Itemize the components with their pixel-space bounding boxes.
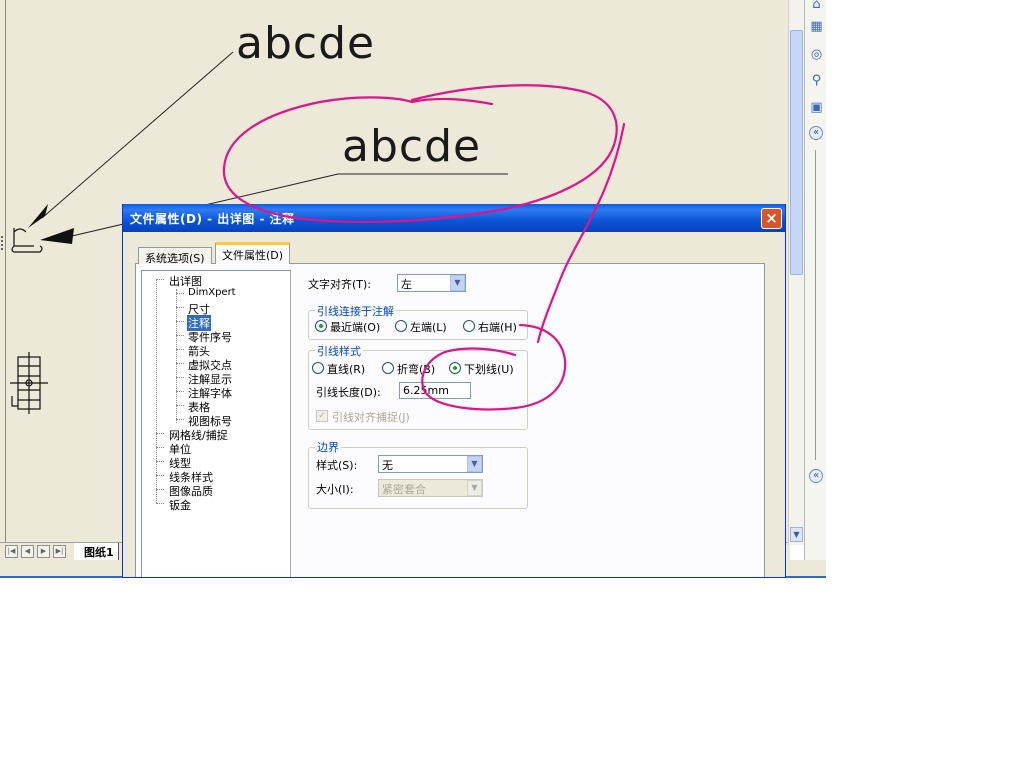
- collapse-icon[interactable]: «: [809, 126, 823, 140]
- leader-length-input[interactable]: 6.25mm: [399, 382, 471, 399]
- note-text-1[interactable]: abcde: [236, 18, 375, 69]
- radio-bent[interactable]: [382, 362, 394, 374]
- border-style-label: 样式(S):: [316, 459, 358, 472]
- tree-branch: [176, 377, 184, 378]
- leader-line-1: [41, 51, 234, 219]
- tree-branch: [176, 293, 184, 294]
- tree-branch: [176, 321, 184, 322]
- tree-branch: [176, 419, 184, 420]
- tree-item-dimxpert[interactable]: DimXpert: [188, 287, 236, 298]
- last-sheet-button[interactable]: ▶|: [53, 545, 66, 558]
- close-button[interactable]: ×: [761, 208, 782, 229]
- tree-branch: [176, 405, 184, 406]
- search-icon[interactable]: ⚲: [808, 72, 825, 89]
- chevron-down-icon[interactable]: ▼: [450, 275, 465, 291]
- tree-branch: [176, 349, 184, 350]
- text-align-label: 文字对齐(T):: [308, 278, 372, 291]
- first-sheet-button[interactable]: |◀: [5, 545, 18, 558]
- task-pane: ⌂ ▦ ◎ ⚲ ▣ « «: [804, 0, 826, 560]
- scrollbar-thumb[interactable]: [790, 30, 803, 275]
- leader-style-title: 引线样式: [315, 343, 363, 359]
- library-icon[interactable]: ▦: [808, 18, 825, 35]
- radio-right-label[interactable]: 右端(H): [478, 319, 517, 335]
- chevron-down-icon: ▼: [467, 480, 482, 496]
- prev-sheet-button[interactable]: ◀: [21, 545, 34, 558]
- part-view-2: [10, 352, 48, 414]
- leader-arrow-1: [28, 204, 48, 228]
- radio-left[interactable]: [395, 320, 407, 332]
- dialog-title: 文件属性(D) - 出详图 - 注释: [130, 212, 295, 226]
- part-view-1: [1, 228, 43, 253]
- radio-left-label[interactable]: 左端(L): [410, 319, 447, 335]
- property-tree[interactable]: 出详图 DimXpert 尺寸 注释 零件序号 箭头 虚拟交点 注解显示 注解字…: [141, 270, 291, 577]
- radio-nearest[interactable]: [315, 320, 327, 332]
- dialog-titlebar[interactable]: 文件属性(D) - 出详图 - 注释 ×: [123, 204, 785, 232]
- leader-length-label: 引线长度(D):: [316, 386, 381, 399]
- radio-underline[interactable]: [449, 362, 461, 374]
- vertical-scrollbar[interactable]: ▼: [788, 0, 804, 545]
- chevron-down-icon[interactable]: ▼: [467, 456, 482, 472]
- radio-underline-label[interactable]: 下划线(U): [464, 361, 514, 377]
- collapse-icon-bottom[interactable]: «: [809, 469, 823, 483]
- radio-straight[interactable]: [312, 362, 324, 374]
- radio-bent-label[interactable]: 折弯(B): [397, 361, 435, 377]
- note-text-2[interactable]: abcde: [342, 121, 481, 172]
- tree-branch: [156, 489, 164, 490]
- snap-checkbox[interactable]: ✓: [316, 410, 328, 422]
- screenshot: abcde abcde |◀ ◀ ▶ ▶| 图纸1 ▼ ⌂ ▦ ◎ ⚲ ▣ « …: [0, 0, 1024, 768]
- text-align-select[interactable]: 左 ▼: [397, 274, 466, 292]
- leader-arrow-2: [40, 228, 74, 244]
- tree-item-sheet-metal[interactable]: 钣金: [169, 497, 191, 513]
- tree-branch: [156, 447, 164, 448]
- palette-icon[interactable]: ▣: [808, 99, 825, 116]
- leader-attach-title: 引线连接于注解: [315, 303, 396, 319]
- border-size-label: 大小(I):: [316, 483, 354, 496]
- tree-branch: [156, 461, 164, 462]
- task-pane-splitter[interactable]: [815, 150, 816, 460]
- tree-branch: [156, 433, 164, 434]
- explorer-icon[interactable]: ◎: [808, 46, 825, 63]
- radio-nearest-label[interactable]: 最近端(O): [330, 319, 380, 335]
- next-sheet-button[interactable]: ▶: [37, 545, 50, 558]
- border-title: 边界: [315, 439, 341, 455]
- scroll-down-icon[interactable]: ▼: [790, 527, 803, 542]
- text-align-value: 左: [401, 278, 412, 291]
- tree-branch: [156, 503, 164, 504]
- border-style-value: 无: [382, 459, 393, 472]
- tree-branch: [156, 279, 164, 280]
- tab-document-properties[interactable]: 文件属性(D): [215, 242, 291, 264]
- tree-line: [176, 289, 177, 423]
- snap-checkbox-label: 引线对齐捕捉(J): [332, 411, 410, 424]
- radio-right[interactable]: [463, 320, 475, 332]
- tree-branch: [176, 335, 184, 336]
- border-size-select: 紧密套合 ▼: [378, 479, 483, 497]
- sheet-tab[interactable]: 图纸1: [74, 543, 119, 560]
- radio-straight-label[interactable]: 直线(R): [327, 361, 365, 377]
- tree-branch: [156, 475, 164, 476]
- document-properties-dialog: 文件属性(D) - 出详图 - 注释 × 系统选项(S) 文件属性(D) 出详图…: [122, 204, 786, 578]
- tab-system-options[interactable]: 系统选项(S): [138, 247, 212, 265]
- home-icon[interactable]: ⌂: [808, 0, 825, 13]
- border-style-select[interactable]: 无 ▼: [378, 455, 483, 473]
- tree-branch: [176, 363, 184, 364]
- tree-branch: [176, 391, 184, 392]
- tree-branch: [176, 307, 184, 308]
- tree-line: [156, 279, 157, 503]
- border-size-value: 紧密套合: [382, 483, 426, 496]
